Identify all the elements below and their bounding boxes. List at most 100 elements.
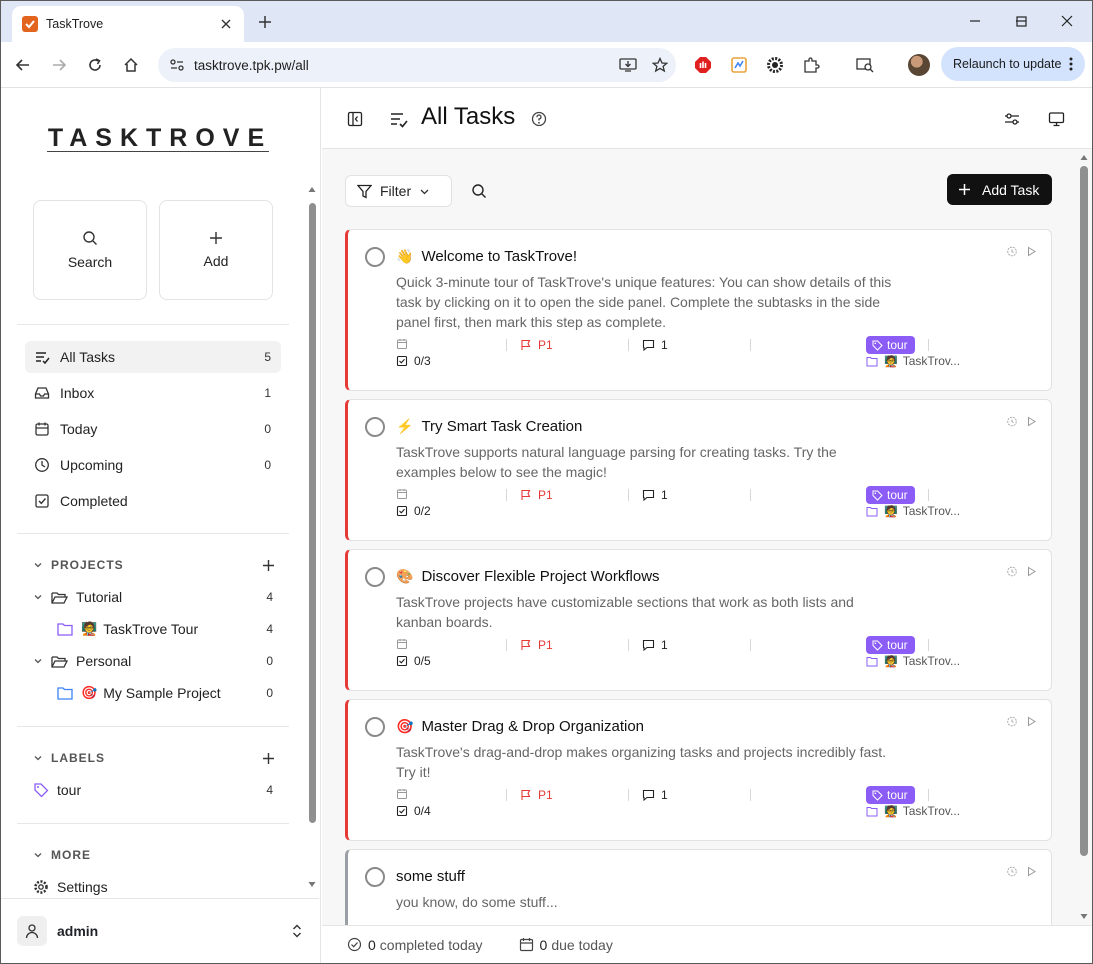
project-group-personal[interactable]: Personal 0 — [33, 647, 283, 675]
play-icon[interactable] — [1026, 866, 1037, 877]
relaunch-to-update-button[interactable]: Relaunch to update — [941, 47, 1085, 81]
quick-search-button[interactable]: Search — [33, 200, 147, 300]
task-complete-checkbox[interactable] — [365, 717, 385, 737]
color-extension-icon[interactable] — [725, 51, 753, 79]
scroll-down-arrow-icon[interactable] — [1079, 913, 1089, 921]
timer-icon[interactable] — [1006, 415, 1018, 427]
new-tab-icon[interactable] — [254, 11, 276, 33]
more-section-header[interactable]: MORE — [33, 845, 281, 865]
task-label-tag[interactable]: tour — [866, 636, 915, 654]
sidebar-item-completed[interactable]: Completed — [25, 485, 281, 517]
priority-indicator[interactable]: P1 — [520, 788, 553, 802]
task-complete-checkbox[interactable] — [365, 247, 385, 267]
bookmark-star-icon[interactable] — [644, 50, 676, 80]
labels-section-header[interactable]: LABELS — [33, 748, 281, 768]
task-complete-checkbox[interactable] — [365, 567, 385, 587]
add-label-icon[interactable] — [262, 752, 275, 765]
extensions-puzzle-icon[interactable] — [797, 51, 825, 79]
toggle-sidebar-icon[interactable] — [342, 106, 368, 132]
task-complete-checkbox[interactable] — [365, 417, 385, 437]
add-project-icon[interactable] — [262, 559, 275, 572]
task-project[interactable]: 🧑‍🏫 TaskTrov... — [866, 354, 960, 368]
task-card[interactable]: 🎨 Discover Flexible Project Workflows Task… — [345, 549, 1052, 691]
sidebar-item-inbox[interactable]: Inbox 1 — [25, 377, 281, 409]
chevron-down-icon[interactable] — [33, 592, 43, 602]
task-title[interactable]: some stuff — [396, 868, 465, 885]
due-date-icon[interactable] — [396, 638, 408, 650]
task-project[interactable]: 🧑‍🏫 TaskTrov... — [866, 654, 960, 668]
label-item-tour[interactable]: tour 4 — [33, 776, 283, 804]
help-circle-icon[interactable] — [526, 106, 552, 132]
play-icon[interactable] — [1026, 566, 1037, 577]
sidebar-scroll-thumb[interactable] — [309, 203, 316, 823]
home-icon[interactable] — [116, 50, 146, 80]
minimize-icon-btn[interactable] — [952, 8, 998, 34]
task-label-tag[interactable]: tour — [866, 336, 915, 354]
reload-icon[interactable] — [80, 50, 110, 80]
close-window-icon[interactable] — [1044, 8, 1090, 34]
forward-icon[interactable] — [44, 50, 74, 80]
priority-indicator[interactable]: P1 — [520, 638, 553, 652]
timer-icon[interactable] — [1006, 245, 1018, 257]
task-complete-checkbox[interactable] — [365, 867, 385, 887]
task-card[interactable]: 🎯 Master Drag & Drop Organization TaskTrov… — [345, 699, 1052, 841]
comments-indicator[interactable]: 1 — [642, 338, 668, 352]
address-bar[interactable]: tasktrove.tpk.pw/all — [158, 48, 676, 82]
quick-add-button[interactable]: Add — [159, 200, 273, 300]
project-item-tasktrove-tour[interactable]: 🧑‍🏫 TaskTrove Tour 4 — [57, 615, 283, 643]
tab-search-icon[interactable] — [851, 51, 879, 79]
gear-extension-icon[interactable] — [761, 51, 789, 79]
project-group-tutorial[interactable]: Tutorial 4 — [33, 583, 283, 611]
task-card[interactable]: 👋 Welcome to TaskTrove! Quick 3-minute tou… — [345, 229, 1052, 391]
back-icon[interactable] — [8, 50, 38, 80]
sidebar-item-today[interactable]: Today 0 — [25, 413, 281, 445]
task-title[interactable]: 🎨 Discover Flexible Project Workflows — [396, 568, 660, 585]
site-info-icon[interactable] — [164, 57, 190, 73]
profile-avatar[interactable] — [908, 54, 930, 76]
task-label-tag[interactable]: tour — [866, 486, 915, 504]
close-tab-icon[interactable] — [216, 14, 236, 34]
scroll-up-arrow-icon[interactable] — [1079, 153, 1089, 161]
user-menu[interactable]: admin — [1, 898, 319, 963]
comments-indicator[interactable]: 1 — [642, 788, 668, 802]
browser-tab[interactable]: TaskTrove — [12, 6, 244, 42]
add-task-button[interactable]: Add Task — [947, 174, 1052, 205]
comments-indicator[interactable]: 1 — [642, 638, 668, 652]
view-options-icon[interactable] — [999, 106, 1025, 132]
sidebar-item-all-tasks[interactable]: All Tasks 5 — [25, 341, 281, 373]
comments-indicator[interactable]: 1 — [642, 488, 668, 502]
task-project[interactable]: 🧑‍🏫 TaskTrov... — [866, 504, 960, 518]
play-icon[interactable] — [1026, 716, 1037, 727]
chevrons-up-down-icon[interactable] — [291, 923, 303, 939]
sidebar-item-upcoming[interactable]: Upcoming 0 — [25, 449, 281, 481]
maximize-icon[interactable] — [998, 8, 1044, 34]
priority-indicator[interactable]: P1 — [520, 488, 553, 502]
task-title[interactable]: 👋 Welcome to TaskTrove! — [396, 248, 577, 265]
timer-icon[interactable] — [1006, 865, 1018, 877]
due-date-icon[interactable] — [396, 488, 408, 500]
priority-indicator[interactable]: P1 — [520, 338, 553, 352]
timer-icon[interactable] — [1006, 565, 1018, 577]
monitor-icon[interactable] — [1043, 106, 1069, 132]
adblock-extension-icon[interactable] — [689, 51, 717, 79]
task-title[interactable]: 🎯 Master Drag & Drop Organization — [396, 718, 644, 735]
filter-button[interactable]: Filter — [345, 175, 452, 207]
task-title[interactable]: ⚡ Try Smart Task Creation — [396, 418, 582, 435]
timer-icon[interactable] — [1006, 715, 1018, 727]
main-scroll-thumb[interactable] — [1080, 166, 1088, 856]
task-label-tag[interactable]: tour — [866, 786, 915, 804]
chevron-down-icon[interactable] — [33, 656, 43, 666]
project-item-my-sample-project[interactable]: 🎯 My Sample Project 0 — [57, 679, 283, 707]
task-card[interactable]: ⚡ Try Smart Task Creation TaskTrove suppor… — [345, 399, 1052, 541]
play-icon[interactable] — [1026, 416, 1037, 427]
install-app-icon[interactable] — [612, 50, 644, 80]
due-date-icon[interactable] — [396, 788, 408, 800]
task-project[interactable]: 🧑‍🏫 TaskTrov... — [866, 804, 960, 818]
due-date-icon[interactable] — [396, 338, 408, 350]
task-card[interactable]: some stuff you know, do some stuff... — [345, 849, 1052, 925]
search-tasks-icon[interactable] — [468, 180, 490, 202]
projects-section-header[interactable]: PROJECTS — [33, 555, 281, 575]
more-vertical-icon[interactable] — [1069, 57, 1073, 71]
play-icon[interactable] — [1026, 246, 1037, 257]
sidebar-item-settings[interactable]: Settings — [33, 873, 283, 901]
